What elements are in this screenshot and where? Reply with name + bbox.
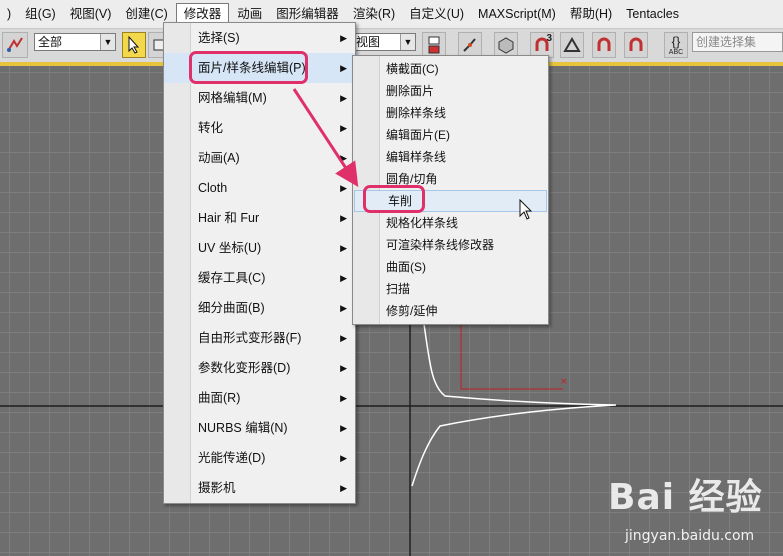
mouse-cursor-icon <box>519 199 533 220</box>
watermark-url: jingyan.baidu.com <box>625 528 755 544</box>
watermark-logo: Bai 经验 <box>608 477 763 518</box>
watermark: Bai 经验 jingyan.baidu.com <box>580 468 780 554</box>
